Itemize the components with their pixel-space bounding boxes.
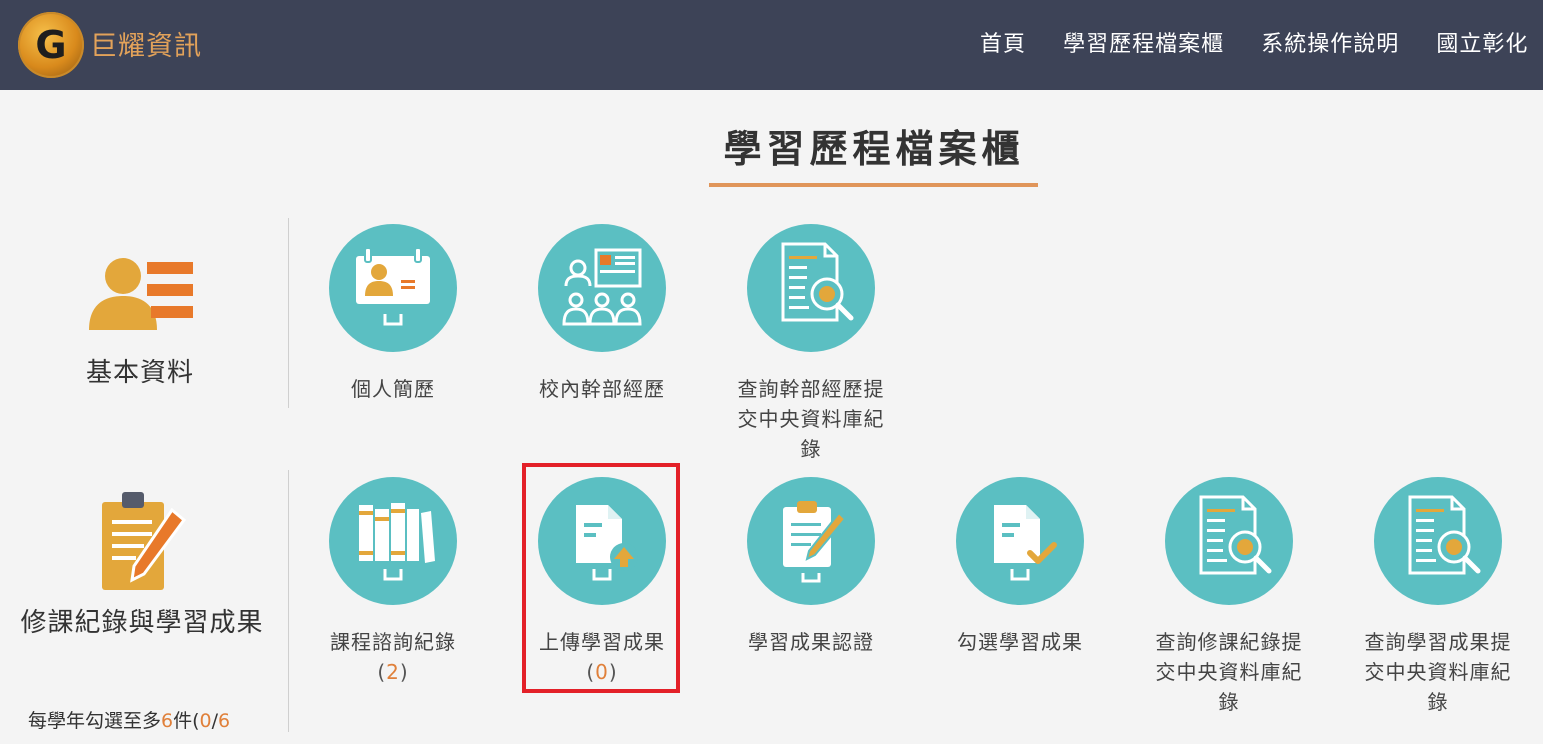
- quota-current: 0: [199, 710, 212, 732]
- nav-link-help[interactable]: 系統操作說明: [1261, 0, 1399, 90]
- tile-achievement-certify[interactable]: 學習成果認證: [721, 477, 901, 657]
- books-icon: [329, 477, 457, 605]
- profile-list-icon: [89, 258, 193, 330]
- quota-max: 6: [161, 710, 174, 732]
- page-title: 學習歷程檔案櫃: [723, 127, 1025, 171]
- main-nav: 首頁 學習歷程檔案櫃 系統操作說明 國立彰化: [980, 0, 1543, 90]
- tile-label: 查詢學習成果提交中央資料庫紀錄: [1364, 630, 1512, 714]
- section-divider: [288, 218, 289, 408]
- nav-link-portfolio[interactable]: 學習歷程檔案櫃: [1063, 0, 1224, 90]
- document-search-icon: [1374, 477, 1502, 605]
- tile-label: 學習成果認證: [748, 630, 874, 654]
- team-board-icon: [538, 224, 666, 352]
- section-courses: 修課紀錄與學習成果: [14, 490, 270, 644]
- tile-query-course-submission[interactable]: 查詢修課紀錄提交中央資料庫紀錄: [1139, 477, 1319, 717]
- id-card-icon: [329, 224, 457, 352]
- tile-personal-resume[interactable]: 個人簡歷: [303, 224, 483, 404]
- document-search-icon: [1165, 477, 1293, 605]
- section-basic-info: 基本資料: [40, 252, 240, 394]
- tile-query-achievement-submission[interactable]: 查詢學習成果提交中央資料庫紀錄: [1348, 477, 1528, 717]
- nav-link-home[interactable]: 首頁: [980, 0, 1026, 90]
- quota-prefix: 每學年勾選至多: [28, 710, 162, 732]
- quota-total: 6: [218, 710, 231, 732]
- logo-letter: G: [35, 23, 67, 67]
- selection-quota: 每學年勾選至多6件(0/6: [28, 706, 230, 733]
- tile-label: 校內幹部經歷: [539, 377, 665, 401]
- brand-name[interactable]: 巨耀資訊: [90, 24, 202, 63]
- tile-label: 查詢幹部經歷提交中央資料庫紀錄: [737, 377, 885, 461]
- section-label-courses: 修課紀錄與學習成果: [20, 608, 264, 638]
- clipboard-edit-icon: [747, 477, 875, 605]
- count-open: (: [377, 660, 387, 684]
- section-label-basic-info: 基本資料: [85, 358, 194, 388]
- count-value: 2: [386, 660, 400, 684]
- clipboard-pencil-icon: [102, 492, 187, 590]
- document-search-icon: [747, 224, 875, 352]
- tile-label: 查詢修課紀錄提交中央資料庫紀錄: [1155, 630, 1303, 714]
- nav-link-school[interactable]: 國立彰化: [1436, 0, 1528, 90]
- tile-school-cadre[interactable]: 校內幹部經歷: [512, 224, 692, 404]
- document-check-icon: [956, 477, 1084, 605]
- tile-label: 勾選學習成果: [957, 630, 1083, 654]
- tile-label: 個人簡歷: [351, 377, 435, 401]
- section-divider: [288, 470, 289, 732]
- tile-query-cadre-submission[interactable]: 查詢幹部經歷提交中央資料庫紀錄: [721, 224, 901, 464]
- company-logo-icon[interactable]: G: [18, 12, 84, 78]
- tile-count: (2): [315, 657, 471, 687]
- tile-select-achievement[interactable]: 勾選學習成果: [930, 477, 1110, 657]
- tile-label: 課程諮詢紀錄 (2): [303, 627, 483, 687]
- quota-unit: 件(: [173, 710, 200, 732]
- count-close: ): [399, 660, 409, 684]
- highlight-frame: [522, 463, 680, 693]
- tile-course-consult[interactable]: 課程諮詢紀錄 (2): [303, 477, 483, 687]
- top-navbar: G 巨耀資訊 首頁 學習歷程檔案櫃 系統操作說明 國立彰化: [0, 0, 1543, 90]
- tile-label-text: 課程諮詢紀錄: [330, 630, 456, 654]
- title-underline: [709, 183, 1038, 187]
